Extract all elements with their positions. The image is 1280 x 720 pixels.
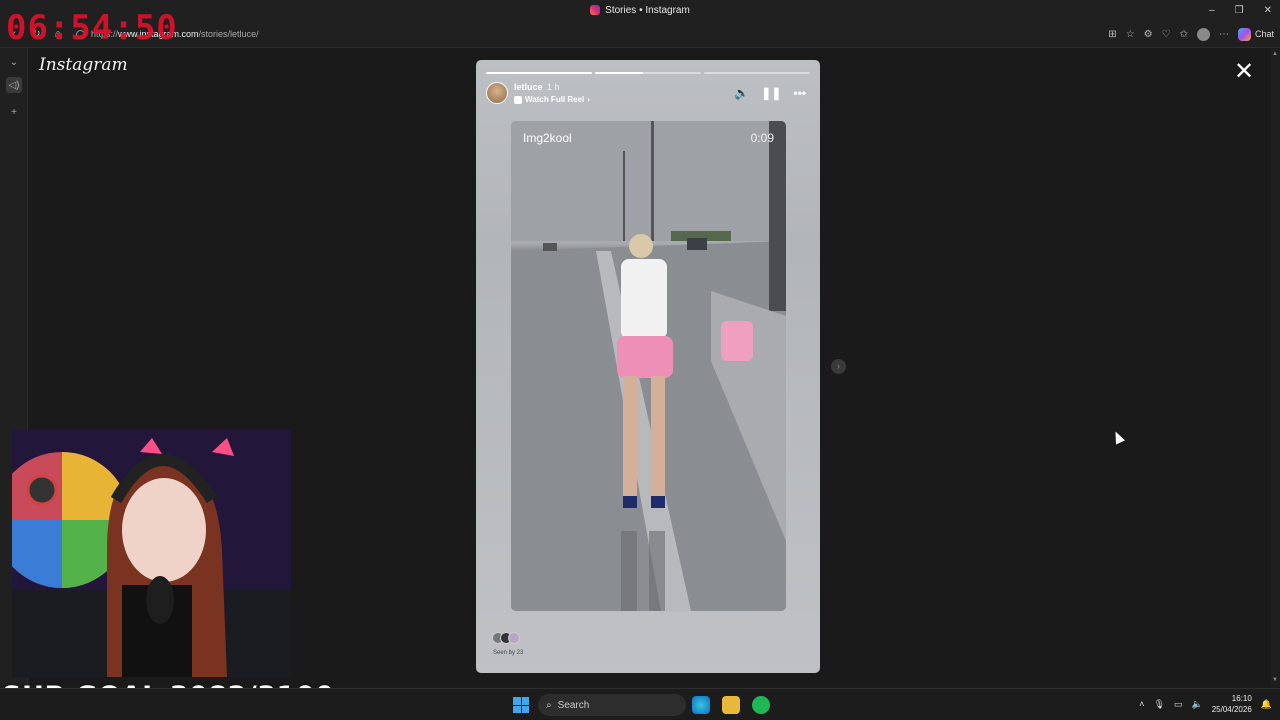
- microphone-icon[interactable]: 🎙: [1154, 699, 1165, 710]
- notifications-icon[interactable]: 🔔: [1261, 699, 1272, 710]
- story-progress: [486, 72, 810, 74]
- windows-start-icon[interactable]: [513, 697, 529, 713]
- shared-reel-preview[interactable]: Img2kool 0:09: [511, 121, 786, 611]
- scroll-down-icon[interactable]: ▼: [1272, 677, 1278, 683]
- instagram-logo[interactable]: Instagram: [39, 55, 128, 75]
- reel-icon: [514, 95, 522, 104]
- file-explorer-icon[interactable]: [722, 696, 740, 714]
- reel-username: Img2kool: [523, 131, 572, 145]
- copilot-label: Chat: [1254, 29, 1274, 39]
- more-menu-icon[interactable]: ⋯: [1219, 29, 1229, 40]
- window-titlebar: Stories • Instagram – ❐ ✕: [0, 0, 1280, 20]
- story-timestamp: 1 h: [547, 82, 560, 92]
- volume-icon[interactable]: 🔈: [734, 86, 749, 100]
- new-tab-icon[interactable]: +: [6, 104, 22, 120]
- story-avatar[interactable]: [486, 82, 508, 104]
- progress-segment: [595, 72, 701, 74]
- streamer-webcam: [12, 430, 291, 677]
- clock-date: 25/04/2026: [1211, 705, 1252, 714]
- next-story-button[interactable]: ›: [831, 359, 846, 374]
- speaker-icon[interactable]: 🔈: [1192, 699, 1203, 710]
- favorites-icon[interactable]: ✩: [1180, 29, 1188, 40]
- taskbar-clock[interactable]: 16:10 25/04/2026: [1212, 693, 1252, 715]
- apps-icon[interactable]: ⊞: [1108, 29, 1116, 40]
- viewer-avatars[interactable]: [492, 632, 520, 644]
- spotify-icon[interactable]: [752, 696, 770, 714]
- search-icon: ⌕: [546, 699, 552, 711]
- copilot-icon: [1237, 27, 1251, 41]
- watch-full-reel-link[interactable]: Watch Full Reel ›: [514, 95, 590, 104]
- clock-time: 16:10: [1231, 694, 1252, 703]
- favorite-star-icon[interactable]: ☆: [1126, 29, 1135, 40]
- browser-actions: ⊞ ☆ ⚙ ♡ ✩ ⋯ Chat: [1108, 24, 1274, 44]
- network-icon[interactable]: ▭: [1174, 699, 1183, 710]
- show-hidden-icons-icon[interactable]: ˄: [1139, 699, 1144, 709]
- browser-essentials-icon[interactable]: ♡: [1162, 29, 1171, 40]
- minimize-button[interactable]: –: [1209, 5, 1215, 16]
- instagram-favicon-icon: [590, 5, 601, 15]
- restore-button[interactable]: ❐: [1235, 5, 1244, 16]
- seen-by-count[interactable]: Seen by 23: [493, 650, 523, 656]
- more-options-icon[interactable]: •••: [793, 86, 806, 100]
- page-scrollbar[interactable]: ▲ ▼: [1271, 49, 1280, 685]
- watch-reel-label: Watch Full Reel: [525, 95, 585, 104]
- browser-toolbar: ‹ ↻ ⌂ https:// www.instagram.com /storie…: [0, 20, 1280, 48]
- stream-timer: 06:54:50: [6, 8, 178, 48]
- close-window-button[interactable]: ✕: [1264, 5, 1272, 16]
- profile-avatar[interactable]: [1196, 27, 1210, 41]
- story-card[interactable]: letluce 1 h Watch Full Reel › 🔈 ❚❚ ••• I…: [476, 60, 820, 673]
- url-path: /stories/letluce/: [198, 29, 259, 39]
- extensions-icon[interactable]: ⚙: [1144, 29, 1153, 40]
- window-title: Stories • Instagram: [605, 4, 690, 16]
- progress-segment: [704, 72, 810, 74]
- scroll-up-icon[interactable]: ▲: [1272, 51, 1278, 57]
- system-tray: ˄ 🎙 ▭ 🔈 16:10 25/04/2026 🔔: [1139, 693, 1272, 715]
- windows-taskbar: ⌕ Search ˄ 🎙 ▭ 🔈 16:10 25/04/2026 🔔: [0, 688, 1280, 720]
- window-controls: – ❐ ✕: [1209, 0, 1272, 20]
- copilot-chat-button[interactable]: Chat: [1237, 27, 1274, 41]
- progress-segment: [486, 72, 592, 74]
- pause-icon[interactable]: ❚❚: [761, 86, 781, 100]
- address-bar[interactable]: https:// www.instagram.com /stories/letl…: [76, 25, 1066, 43]
- edge-browser-icon[interactable]: [692, 696, 710, 714]
- collapse-tabs-icon[interactable]: ⌄: [6, 54, 22, 70]
- taskbar-search[interactable]: ⌕ Search: [538, 694, 686, 716]
- story-username[interactable]: letluce: [514, 82, 543, 92]
- viewer-avatar: [508, 632, 520, 644]
- story-controls: 🔈 ❚❚ •••: [734, 86, 806, 100]
- active-tab-audio-icon[interactable]: ◁): [6, 77, 22, 93]
- chevron-right-icon: ›: [587, 95, 590, 104]
- reel-scene-image: [511, 121, 786, 611]
- mouse-cursor-icon: [1110, 429, 1126, 445]
- search-placeholder: Search: [557, 699, 590, 711]
- close-story-button[interactable]: ✕: [1232, 60, 1256, 85]
- reel-duration: 0:09: [750, 131, 774, 145]
- webcam-image: [12, 430, 291, 677]
